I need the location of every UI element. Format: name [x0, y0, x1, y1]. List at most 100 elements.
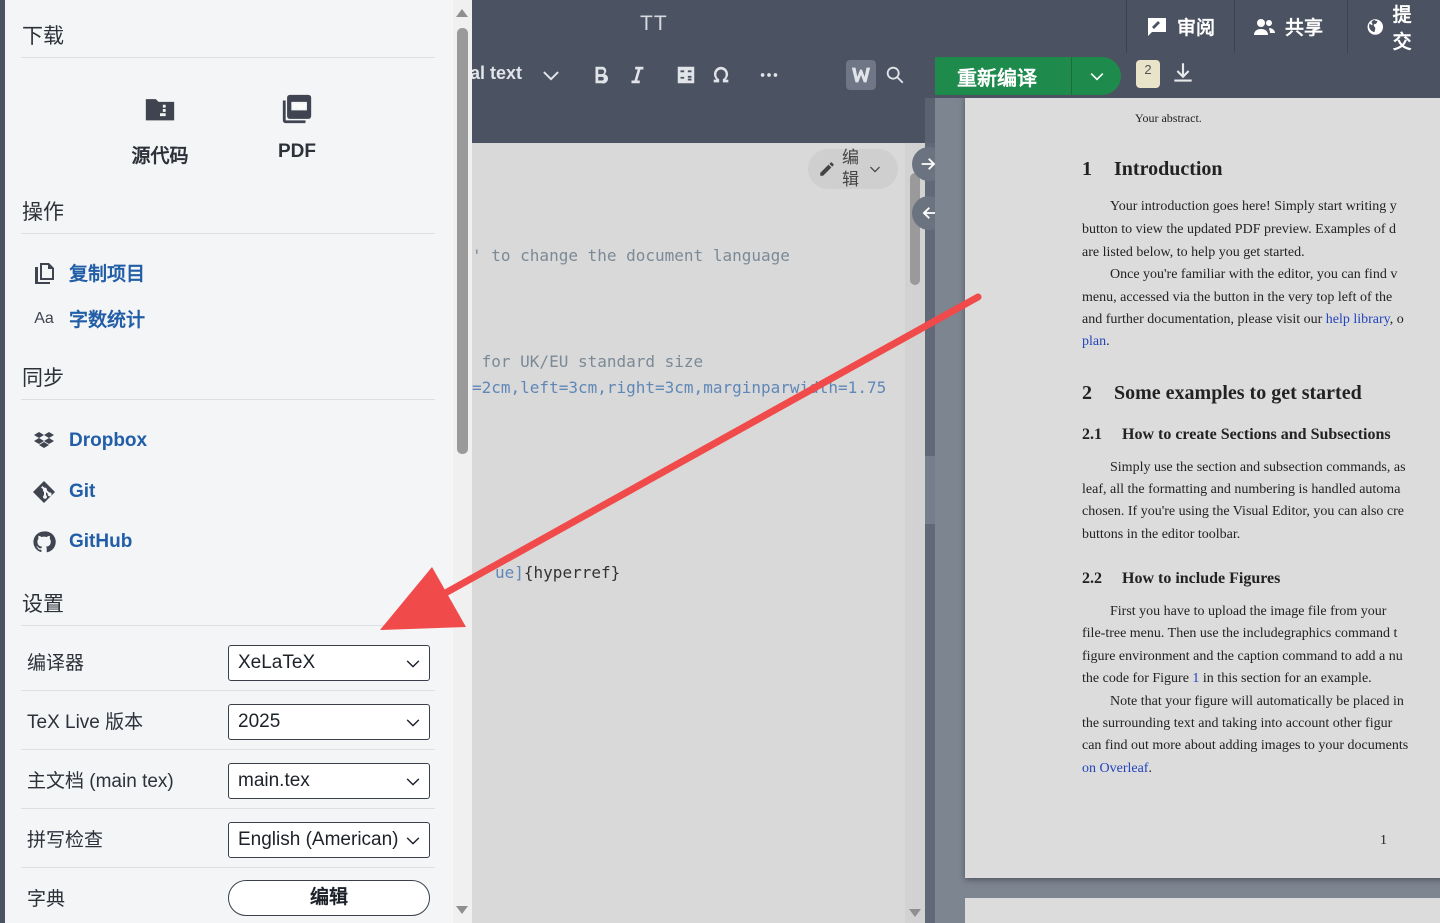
- edit-mode-toggle[interactable]: 编辑: [808, 148, 898, 189]
- dictionary-edit-button[interactable]: 编辑: [228, 880, 430, 916]
- italic-icon[interactable]: [626, 64, 648, 86]
- dropbox-button[interactable]: Dropbox: [31, 428, 147, 454]
- spell-check-select[interactable]: English (American): [228, 822, 430, 858]
- submit-label: 提交: [1392, 4, 1412, 53]
- pdf-text-line: on Overleaf.: [1082, 761, 1152, 777]
- scroll-down-arrow[interactable]: [909, 909, 921, 917]
- github-button[interactable]: GitHub: [31, 529, 132, 555]
- pdf-label: PDF: [278, 141, 316, 162]
- text-style-dropdown[interactable]: al text: [470, 63, 522, 84]
- editor-scrollbar[interactable]: [905, 143, 925, 923]
- pdf-text-line: are listed below, to help you get starte…: [1082, 245, 1305, 260]
- download-source-button[interactable]: 源代码: [110, 92, 210, 168]
- recompile-label: 重新编译: [957, 67, 1037, 90]
- compiler-select[interactable]: XeLaTeX: [228, 645, 430, 681]
- copy-project-button[interactable]: 复制项目: [31, 259, 145, 286]
- main-document-value: main.tex: [238, 770, 310, 791]
- scroll-up-arrow[interactable]: [456, 9, 468, 17]
- divider: [21, 233, 435, 234]
- git-label: Git: [69, 481, 96, 502]
- recompile-button[interactable]: 重新编译: [935, 57, 1121, 95]
- share-label: 共享: [1285, 18, 1324, 39]
- download-pdf-menu-button[interactable]: PDF PDF: [247, 92, 347, 163]
- texlive-version-label: TeX Live 版本: [27, 712, 144, 733]
- code-line[interactable]: ' to change the document language: [472, 246, 790, 265]
- pdf-text-line: Your introduction goes here! Simply star…: [1110, 199, 1397, 214]
- logs-button[interactable]: 2: [1136, 60, 1160, 88]
- pdf-viewer[interactable]: Your abstract. 1 Introduction Your intro…: [935, 98, 1440, 923]
- pdf-section-title: Introduction: [1114, 158, 1223, 180]
- divider: [21, 399, 435, 400]
- editor-breadcrumb-bar: [470, 98, 925, 143]
- pencil-icon: [820, 162, 834, 176]
- compiler-label: 编译器: [27, 653, 85, 674]
- actions-heading: 操作: [22, 201, 64, 224]
- pdf-text-line: plan.: [1082, 334, 1110, 350]
- download-pdf-button[interactable]: [1170, 60, 1198, 90]
- font-size-icon: Aa: [34, 309, 54, 327]
- code-line[interactable]: ue]{hyperref}: [495, 563, 620, 582]
- share-button[interactable]: 共享: [1234, 0, 1341, 53]
- pane-divider[interactable]: [925, 143, 935, 923]
- pdf-subsection-title: How to create Sections and Subsections: [1122, 426, 1391, 443]
- chevron-down-icon: [405, 714, 421, 730]
- source-label: 源代码: [131, 146, 189, 167]
- more-options-icon[interactable]: [758, 64, 780, 86]
- pdf-text-line: the code for Figure 1 in this section fo…: [1082, 671, 1372, 687]
- git-button[interactable]: Git: [31, 479, 95, 505]
- github-label: GitHub: [69, 531, 133, 552]
- math-icon[interactable]: [675, 64, 697, 86]
- search-icon[interactable]: [884, 64, 906, 86]
- pdf-section-title: Some examples to get started: [1114, 382, 1362, 404]
- pdf-text-line: Simply use the section and subsection co…: [1110, 460, 1406, 475]
- menu-scrollbar[interactable]: [453, 0, 472, 923]
- setting-row-compiler: 编译器 XeLaTeX: [21, 632, 435, 691]
- menu-scroll-thumb[interactable]: [457, 28, 468, 454]
- code-line[interactable]: =2cm,left=3cm,right=3cm,marginparwidth=1…: [472, 378, 886, 397]
- pdf-text-line: First you have to upload the image file …: [1110, 604, 1387, 619]
- spell-check-label: 拼写检查: [27, 830, 104, 851]
- project-title[interactable]: TT: [640, 12, 668, 36]
- help-library-link[interactable]: help library: [1326, 312, 1390, 327]
- word-count-label: 字数统计: [69, 310, 146, 331]
- bold-icon[interactable]: [590, 64, 612, 86]
- dropbox-label: Dropbox: [69, 430, 148, 451]
- editor-scroll-thumb[interactable]: [910, 173, 920, 285]
- scroll-down-arrow[interactable]: [456, 906, 468, 914]
- omega-symbol-icon[interactable]: [710, 64, 732, 86]
- chevron-down-icon: [405, 832, 421, 848]
- pdf-subsection-number: 2.2: [1082, 570, 1102, 587]
- dropbox-icon: [31, 428, 57, 454]
- divider-collapse-handle[interactable]: [925, 456, 935, 524]
- pdf-text: .: [1148, 761, 1152, 776]
- plan-link[interactable]: plan: [1082, 334, 1106, 349]
- file-pdf-icon: PDF: [282, 94, 312, 124]
- setting-row-dictionary: 字典 编辑: [21, 868, 435, 923]
- pdf-abstract: Your abstract.: [1135, 111, 1202, 125]
- recompile-options-toggle[interactable]: [1071, 57, 1121, 95]
- overleaf-link[interactable]: on Overleaf: [1082, 761, 1148, 776]
- word-count-button[interactable]: Aa 字数统计: [31, 305, 145, 332]
- submit-button[interactable]: 提交: [1347, 0, 1440, 53]
- texlive-version-select[interactable]: 2025: [228, 704, 430, 740]
- review-label: 审阅: [1177, 18, 1216, 39]
- pdf-text: .: [1106, 334, 1110, 349]
- chevron-down-icon[interactable]: [540, 64, 562, 86]
- review-button[interactable]: 审阅: [1126, 0, 1233, 53]
- writefull-icon[interactable]: [846, 60, 876, 90]
- chevron-down-icon: [405, 773, 421, 789]
- divider: [21, 57, 435, 58]
- pdf-text: in this section for an example.: [1199, 671, 1372, 686]
- code-editor[interactable]: ' to change the document language for UK…: [470, 143, 925, 923]
- pdf-section-number: 2: [1082, 382, 1092, 404]
- pdf-section-number: 1: [1082, 158, 1092, 180]
- pdf-text: the code for Figure: [1082, 671, 1193, 686]
- code-line[interactable]: for UK/EU standard size: [472, 352, 704, 371]
- pdf-text-line: leaf, all the formatting and numbering i…: [1082, 482, 1401, 497]
- pdf-text-line: the surrounding text and taking into acc…: [1082, 716, 1393, 731]
- chevron-down-icon: [405, 655, 421, 671]
- copy-icon: [31, 260, 57, 286]
- main-document-select[interactable]: main.tex: [228, 763, 430, 799]
- pdf-text-line: can find out more about adding images to…: [1082, 738, 1409, 753]
- globe-icon: [1367, 18, 1384, 35]
